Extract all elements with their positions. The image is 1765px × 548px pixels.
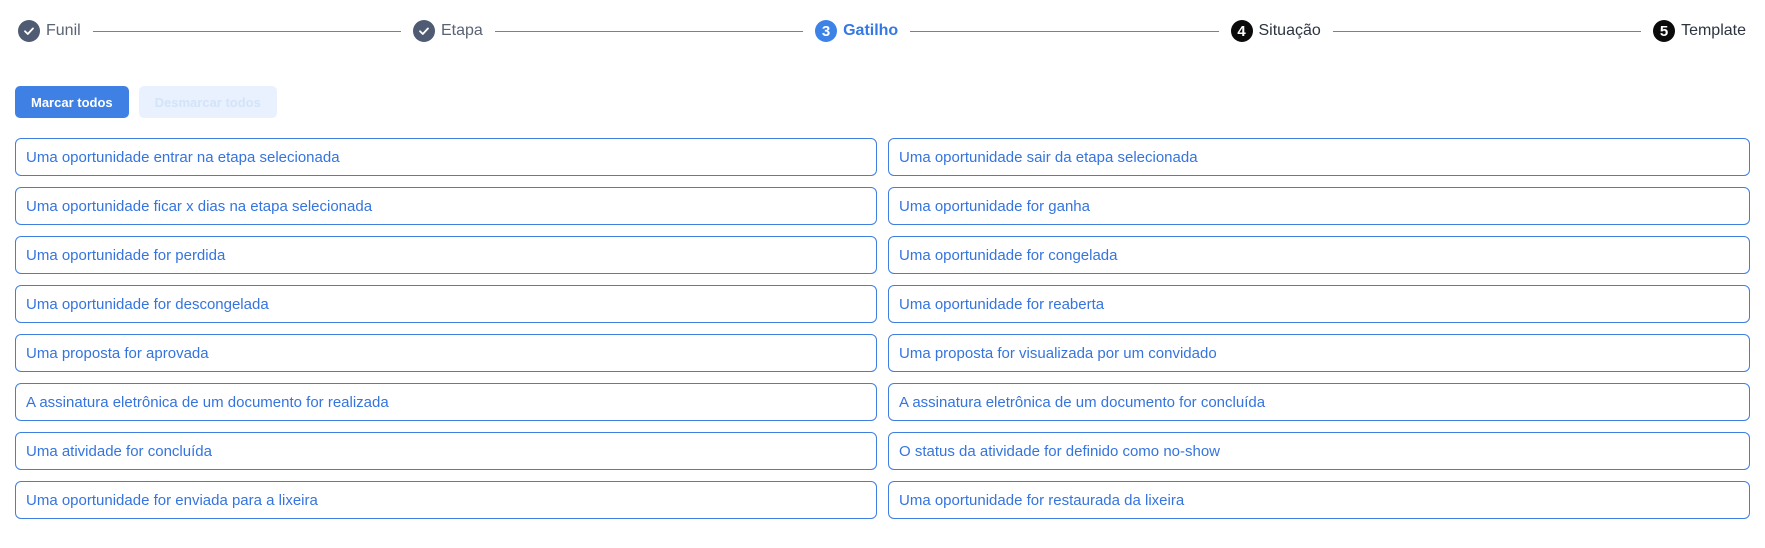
step-connector (92, 30, 401, 32)
step-number: 4 (1230, 20, 1253, 42)
trigger-option[interactable]: Uma proposta for aprovada (15, 334, 877, 372)
trigger-option[interactable]: A assinatura eletrônica de um documento … (888, 383, 1750, 421)
trigger-option[interactable]: Uma oportunidade for reaberta (888, 285, 1750, 323)
trigger-option[interactable]: Uma oportunidade entrar na etapa selecio… (15, 138, 877, 176)
step-connector (910, 30, 1219, 32)
trigger-option[interactable]: O status da atividade for definido como … (888, 432, 1750, 470)
check-icon (18, 20, 40, 42)
trigger-option[interactable]: Uma oportunidade for ganha (888, 187, 1750, 225)
trigger-option[interactable]: Uma oportunidade for enviada para a lixe… (15, 481, 877, 519)
step-number: 3 (815, 20, 838, 42)
wizard-stepper: Funil Etapa 3 Gatilho 4 Situação 5 Templ… (18, 16, 1746, 46)
step-situacao[interactable]: 4 Situação (1230, 20, 1321, 42)
trigger-option[interactable]: Uma proposta for visualizada por um conv… (888, 334, 1750, 372)
step-label: Gatilho (843, 22, 899, 39)
trigger-option[interactable]: Uma atividade for concluída (15, 432, 877, 470)
deselect-all-button[interactable]: Desmarcar todos (138, 86, 277, 118)
step-label: Template (1681, 22, 1746, 39)
check-icon (412, 20, 435, 42)
step-funil[interactable]: Funil (18, 20, 81, 42)
step-label: Situação (1258, 22, 1321, 39)
step-label: Etapa (440, 22, 483, 39)
step-connector (1332, 30, 1642, 32)
trigger-option[interactable]: Uma oportunidade for perdida (15, 236, 877, 274)
step-number: 5 (1653, 20, 1676, 42)
bulk-actions: Marcar todos Desmarcar todos (15, 86, 277, 118)
trigger-option[interactable]: Uma oportunidade for congelada (888, 236, 1750, 274)
step-gatilho[interactable]: 3 Gatilho (815, 20, 898, 42)
trigger-option[interactable]: Uma oportunidade ficar x dias na etapa s… (15, 187, 877, 225)
trigger-options: Uma oportunidade entrar na etapa selecio… (15, 138, 1750, 519)
trigger-option[interactable]: Uma oportunidade sair da etapa seleciona… (888, 138, 1750, 176)
step-label: Funil (46, 22, 81, 39)
step-etapa[interactable]: Etapa (412, 20, 483, 42)
trigger-option[interactable]: Uma oportunidade for descongelada (15, 285, 877, 323)
select-all-button[interactable]: Marcar todos (15, 86, 129, 118)
step-connector (494, 30, 804, 32)
trigger-option[interactable]: Uma oportunidade for restaurada da lixei… (888, 481, 1750, 519)
step-template[interactable]: 5 Template (1653, 20, 1746, 42)
trigger-option[interactable]: A assinatura eletrônica de um documento … (15, 383, 877, 421)
